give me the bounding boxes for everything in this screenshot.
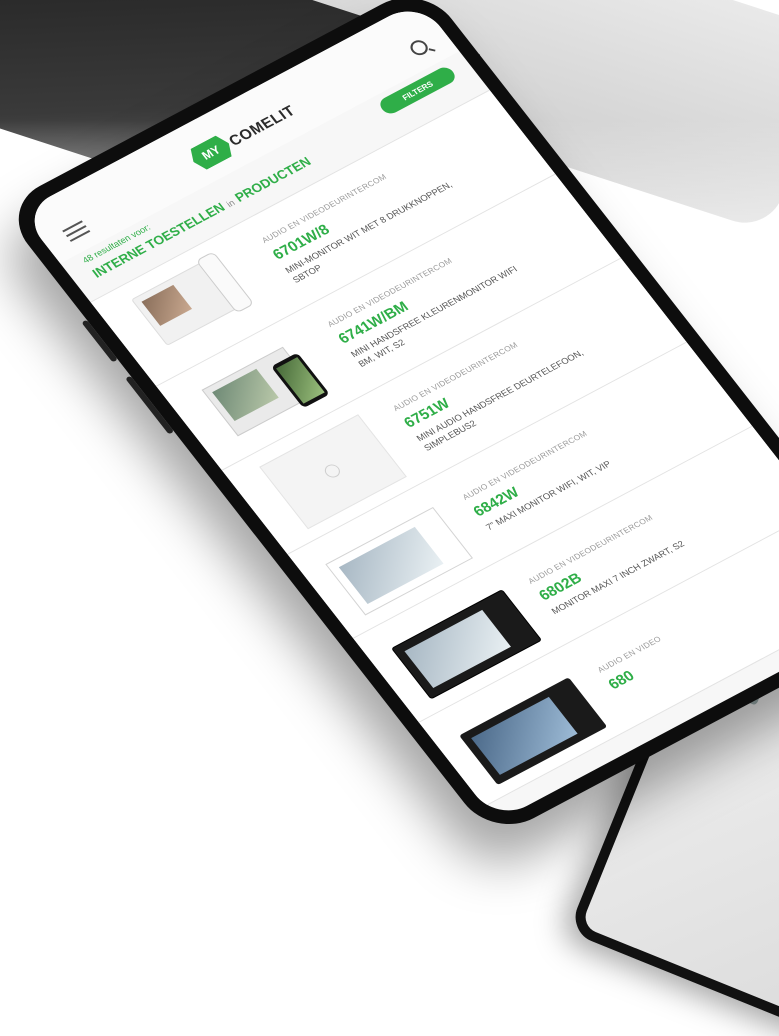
product-code[interactable]: 680: [605, 646, 677, 693]
query-in: in: [224, 197, 237, 210]
hamburger-menu-icon[interactable]: [62, 220, 93, 245]
search-icon[interactable]: [407, 37, 432, 58]
